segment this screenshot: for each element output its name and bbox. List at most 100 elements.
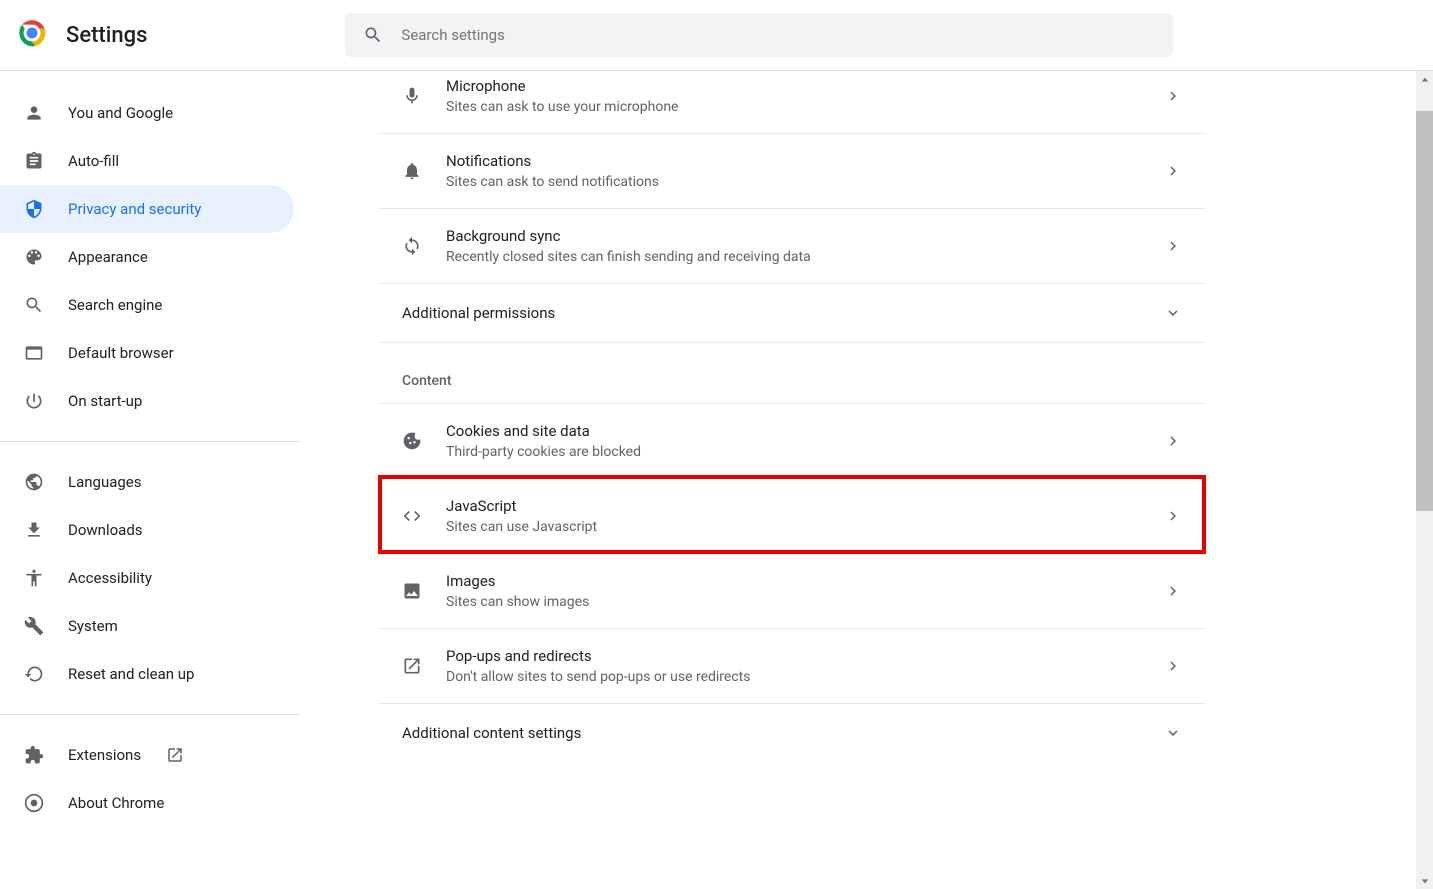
row-sub: Sites can use Javascript: [446, 519, 1164, 535]
sidebar-item-extensions[interactable]: Extensions: [0, 731, 294, 779]
search-input[interactable]: [401, 26, 1155, 44]
sidebar-item-default-browser[interactable]: Default browser: [0, 329, 294, 377]
sidebar-item-label: Search engine: [68, 296, 162, 314]
sidebar-item-label: You and Google: [68, 104, 173, 122]
row-sub: Recently closed sites can finish sending…: [446, 249, 1164, 265]
expand-label: Additional content settings: [402, 724, 1164, 742]
sidebar-item-reset[interactable]: Reset and clean up: [0, 650, 294, 698]
sidebar-item-label: On start-up: [68, 392, 142, 410]
sidebar-item-appearance[interactable]: Appearance: [0, 233, 294, 281]
chevron-right-icon: [1164, 507, 1182, 525]
row-title: JavaScript: [446, 497, 1164, 515]
clipboard-icon: [24, 151, 44, 171]
sync-icon: [402, 236, 422, 256]
globe-icon: [24, 472, 44, 492]
row-text: Cookies and site data Third-party cookie…: [446, 422, 1164, 460]
row-sub: Sites can ask to use your microphone: [446, 99, 1164, 115]
row-text: Notifications Sites can ask to send noti…: [446, 152, 1164, 190]
row-text: JavaScript Sites can use Javascript: [446, 497, 1164, 535]
mic-icon: [402, 86, 422, 106]
content-section-header: Content: [378, 343, 1206, 403]
row-title: Notifications: [446, 152, 1164, 170]
sidebar-item-languages[interactable]: Languages: [0, 458, 294, 506]
setting-row-background-sync[interactable]: Background sync Recently closed sites ca…: [378, 209, 1206, 284]
sidebar-item-label: Accessibility: [68, 569, 152, 587]
chevron-right-icon: [1164, 657, 1182, 675]
image-icon: [402, 581, 422, 601]
sidebar-divider: [0, 441, 300, 442]
row-sub: Don't allow sites to send pop-ups or use…: [446, 669, 1164, 685]
scroll-down-button[interactable]: [1416, 872, 1433, 889]
row-sub: Sites can ask to send notifications: [446, 174, 1164, 190]
chevron-right-icon: [1164, 582, 1182, 600]
row-sub: Sites can show images: [446, 594, 1164, 610]
accessibility-icon: [24, 568, 44, 588]
setting-row-notifications[interactable]: Notifications Sites can ask to send noti…: [378, 134, 1206, 209]
sidebar-item-label: Reset and clean up: [68, 665, 194, 683]
sidebar-item-label: System: [68, 617, 118, 635]
setting-row-images[interactable]: Images Sites can show images: [378, 554, 1206, 629]
row-text: Images Sites can show images: [446, 572, 1164, 610]
sidebar-item-label: Auto-fill: [68, 152, 119, 170]
sidebar-item-system[interactable]: System: [0, 602, 294, 650]
row-title: Background sync: [446, 227, 1164, 245]
sidebar-item-you-and-google[interactable]: You and Google: [0, 89, 294, 137]
popup-icon: [402, 656, 422, 676]
setting-row-cookies[interactable]: Cookies and site data Third-party cookie…: [378, 403, 1206, 479]
additional-content-row[interactable]: Additional content settings: [378, 704, 1206, 762]
header: Settings: [0, 0, 1433, 71]
extension-icon: [24, 745, 44, 765]
download-icon: [24, 520, 44, 540]
sidebar-item-accessibility[interactable]: Accessibility: [0, 554, 294, 602]
chevron-right-icon: [1164, 432, 1182, 450]
sidebar-item-label: Appearance: [68, 248, 148, 266]
sidebar: You and Google Auto-fill Privacy and sec…: [0, 71, 300, 827]
setting-row-javascript[interactable]: JavaScript Sites can use Javascript: [378, 479, 1206, 554]
palette-icon: [24, 247, 44, 267]
row-title: Microphone: [446, 77, 1164, 95]
code-icon: [402, 506, 422, 526]
external-link-icon: [166, 746, 184, 764]
setting-row-popups[interactable]: Pop-ups and redirects Don't allow sites …: [378, 629, 1206, 704]
additional-permissions-row[interactable]: Additional permissions: [378, 284, 1206, 343]
row-title: Images: [446, 572, 1164, 590]
main-content: Microphone Sites can ask to use your mic…: [378, 71, 1206, 762]
row-text: Microphone Sites can ask to use your mic…: [446, 77, 1164, 115]
sidebar-item-search-engine[interactable]: Search engine: [0, 281, 294, 329]
sidebar-item-label: Default browser: [68, 344, 174, 362]
row-title: Pop-ups and redirects: [446, 647, 1164, 665]
person-icon: [24, 103, 44, 123]
wrench-icon: [24, 616, 44, 636]
expand-label: Additional permissions: [402, 304, 1164, 322]
chrome-logo-icon: [18, 19, 66, 51]
sidebar-item-on-startup[interactable]: On start-up: [0, 377, 294, 425]
browser-icon: [24, 343, 44, 363]
scroll-up-button[interactable]: [1416, 71, 1433, 88]
scroll-thumb[interactable]: [1416, 111, 1433, 511]
sidebar-item-autofill[interactable]: Auto-fill: [0, 137, 294, 185]
search-container[interactable]: [345, 13, 1173, 57]
setting-row-microphone[interactable]: Microphone Sites can ask to use your mic…: [378, 71, 1206, 134]
chevron-right-icon: [1164, 237, 1182, 255]
scrollbar[interactable]: [1416, 71, 1433, 889]
row-sub: Third-party cookies are blocked: [446, 444, 1164, 460]
row-text: Pop-ups and redirects Don't allow sites …: [446, 647, 1164, 685]
chevron-down-icon: [1164, 724, 1182, 742]
chrome-icon: [24, 793, 44, 813]
chevron-down-icon: [1164, 304, 1182, 322]
sidebar-item-label: Privacy and security: [68, 200, 201, 218]
bell-icon: [402, 161, 422, 181]
sidebar-item-downloads[interactable]: Downloads: [0, 506, 294, 554]
sidebar-item-privacy-security[interactable]: Privacy and security: [0, 185, 294, 233]
chevron-right-icon: [1164, 162, 1182, 180]
sidebar-item-label: Downloads: [68, 521, 143, 539]
row-title: Cookies and site data: [446, 422, 1164, 440]
page-title: Settings: [66, 23, 147, 48]
sidebar-item-label: About Chrome: [68, 794, 164, 812]
sidebar-item-label: Extensions: [68, 746, 141, 764]
chevron-right-icon: [1164, 87, 1182, 105]
cookie-icon: [402, 431, 422, 451]
restore-icon: [24, 664, 44, 684]
sidebar-item-about-chrome[interactable]: About Chrome: [0, 779, 294, 827]
sidebar-item-label: Languages: [68, 473, 142, 491]
